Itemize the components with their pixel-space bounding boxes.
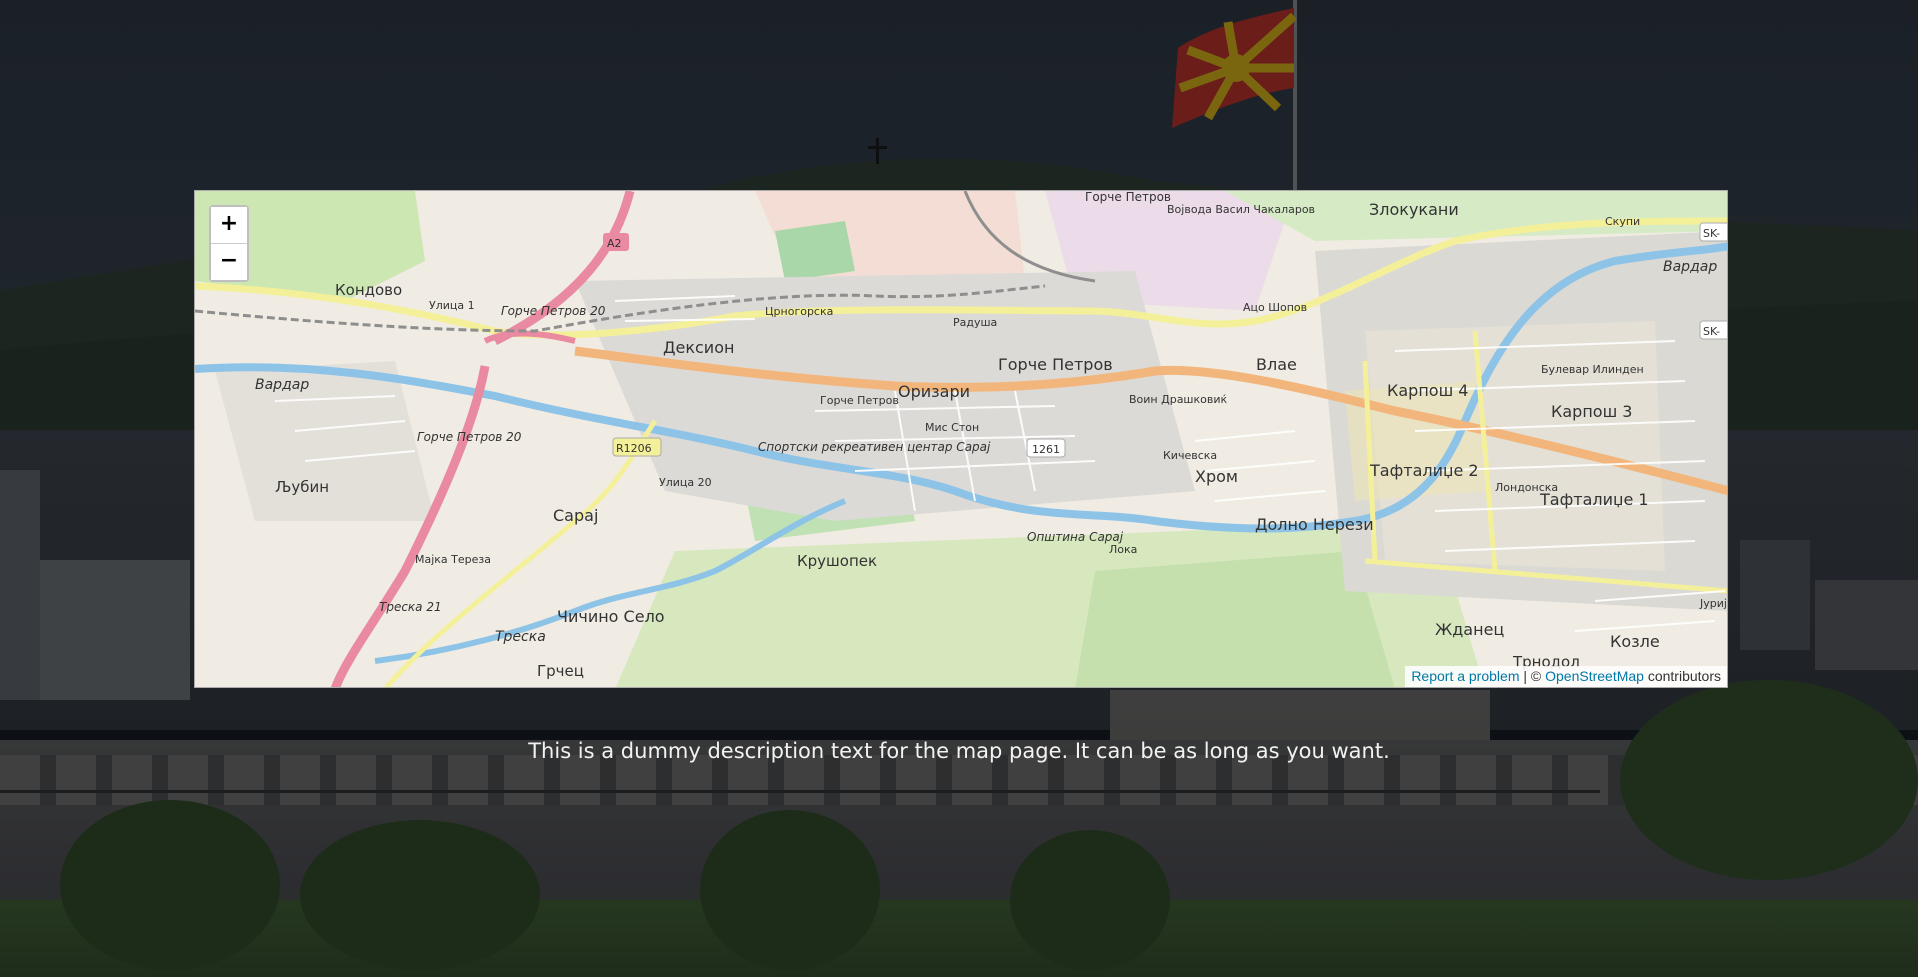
label-street-crnogorska: Црногорска [765,305,833,318]
label-street-londonska: Лондонска [1495,481,1558,494]
label-dolno-nerezi: Долно Нерези [1255,515,1374,534]
label-street-vojvoda: Војвода Васил Чакаларов [1167,203,1315,216]
label-street-bulevar-ilinden: Булевар Илинден [1541,363,1644,376]
label-zhdanec: Жданец [1435,620,1504,639]
label-street-majka-tereza: Мајка Тереза [415,553,491,566]
label-road-sk-1: SK- [1703,227,1720,240]
label-street-gp20: Горче Петров 20 [501,304,606,318]
label-krushopek: Крушопек [797,552,877,570]
openstreetmap-link[interactable]: OpenStreetMap [1545,668,1644,684]
label-road-r1206: R1206 [616,442,652,455]
label-hrom: Хром [1195,467,1238,486]
label-street-jurij: Јуриј [1699,597,1727,610]
label-kozle: Козле [1610,632,1660,651]
label-sport-center: Спортски рекреативен центар Сарај [758,440,991,454]
label-road-1261: 1261 [1032,443,1060,456]
label-zlokukani: Злокукани [1369,200,1459,219]
label-street-gp20-south: Горче Петров 20 [417,430,522,444]
attribution-suffix: contributors [1643,668,1721,684]
label-taftalidze-2: Тафталиџе 2 [1369,461,1479,480]
zoom-in-button[interactable]: + [211,207,247,243]
label-gorche-petrov-top: Горче Петров [1085,191,1171,204]
label-karposh-4: Карпош 4 [1387,381,1468,400]
map-container[interactable]: Кондово Дексион Горче Петров Горче Петро… [194,190,1728,688]
label-gorche-petrov: Горче Петров [998,355,1113,374]
report-problem-link[interactable]: Report a problem [1411,668,1519,684]
label-street-aco-shopov: Ацо Шопов [1243,301,1307,314]
page-description: This is a dummy description text for the… [528,739,1390,763]
label-ljubin: Љубин [275,478,329,496]
label-vardar-east: Вардар [1663,259,1717,275]
zoom-control: + − [209,205,249,282]
label-street-loka: Лока [1109,543,1137,556]
label-orizari: Оризари [898,382,970,401]
zoom-out-button[interactable]: − [211,243,247,280]
label-street-radusha: Радуша [953,316,997,329]
label-street-voin-drashkovik: Воин Драшковиќ [1129,393,1228,406]
label-vardar-west: Вардар [255,377,309,393]
label-saraj: Сарај [553,506,598,525]
label-vlae: Влае [1256,355,1297,374]
label-municipality-saraj: Општина Сарај [1027,530,1124,544]
label-street-ulica1: Улица 1 [429,299,475,312]
label-street-skupi: Скупи [1605,215,1640,228]
label-grchec: Грчец [537,662,584,680]
label-karposh-3: Карпош 3 [1551,402,1632,421]
label-street-treska21: Треска 21 [379,600,442,614]
label-street-mis-stone: Мис Стон [925,421,979,434]
label-deksion: Дексион [663,338,734,357]
label-kondovo: Кондово [335,281,402,299]
label-street-ulica20: Улица 20 [659,476,712,489]
map-tiles[interactable]: Кондово Дексион Горче Петров Горче Петро… [195,191,1728,688]
label-road-sk-2: SK- [1703,325,1720,338]
label-treska: Треска [495,629,546,645]
label-street-gp: Горче Петров [820,394,899,407]
attribution-separator: | © [1519,668,1546,684]
label-street-kicheva: Кичевска [1163,449,1217,462]
map-attribution: Report a problem | © OpenStreetMap contr… [1405,666,1727,687]
label-road-a2: A2 [607,237,622,250]
label-chichino-selo: Чичино Село [557,607,665,626]
